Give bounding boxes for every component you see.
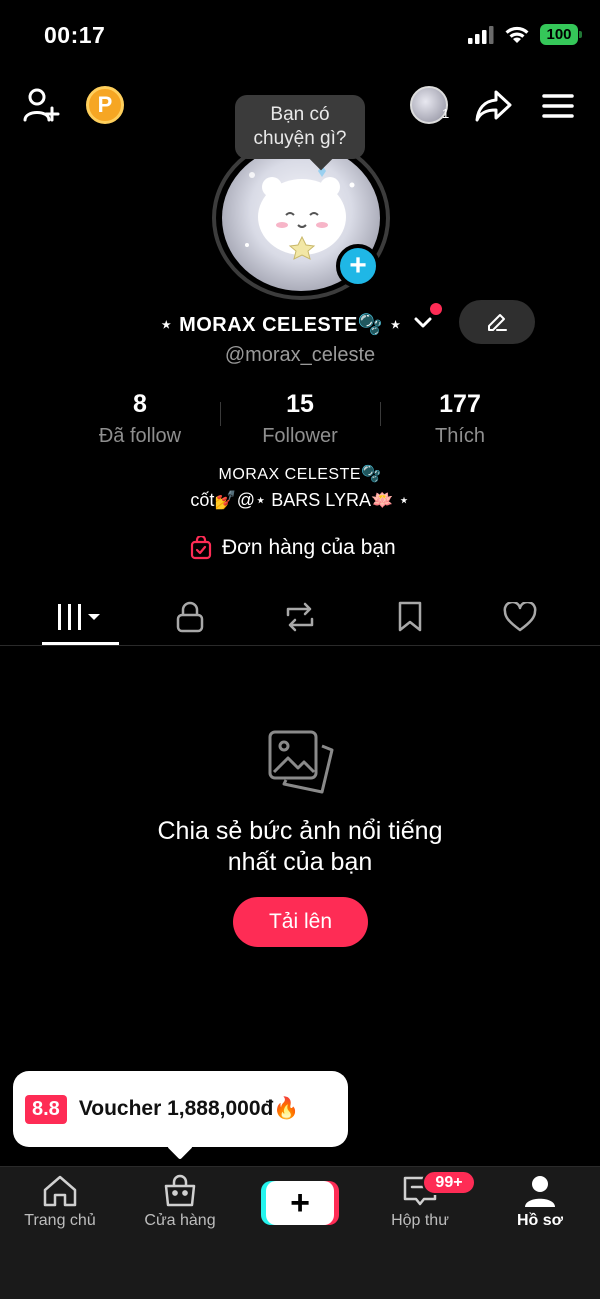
stat-following-label: Đã follow xyxy=(98,425,182,447)
tab-private[interactable] xyxy=(130,594,250,640)
voucher-text: Voucher 1,888,000đ🔥 xyxy=(78,1097,300,1120)
status-icons: 100 xyxy=(468,24,582,45)
upload-button[interactable]: Tải lên xyxy=(233,897,368,947)
account-count: 1 xyxy=(442,106,450,121)
stat-followers-label: Follower xyxy=(262,425,338,447)
stat-following-value: 8 xyxy=(133,390,147,418)
stat-likes[interactable]: 177 Thích xyxy=(380,390,540,448)
tab-posts[interactable] xyxy=(20,594,140,640)
stat-likes-value: 177 xyxy=(439,390,481,418)
shopping-bag-icon xyxy=(190,536,212,560)
tab-liked[interactable] xyxy=(460,594,580,640)
voucher-badge: 8.8 xyxy=(25,1094,67,1124)
battery-indicator: 100 xyxy=(540,24,582,45)
add-friend-icon[interactable] xyxy=(22,86,62,126)
nav-shop-label: Cửa hàng xyxy=(144,1212,216,1229)
empty-title-line-1: Chia sẻ bức ảnh nổi tiếng xyxy=(157,817,443,845)
cellular-signal-icon xyxy=(468,25,494,44)
bio-line-1: MORAX CELESTE🫧 xyxy=(218,466,382,483)
account-switch-chevron[interactable] xyxy=(412,312,434,339)
nav-home[interactable]: Trang chủ xyxy=(0,1174,120,1230)
bio-line-2: cốt💅@⋆ BARS LYRA🪷 ⋆ xyxy=(190,490,410,510)
status-prompt-bubble[interactable]: Bạn có chuyện gì? xyxy=(235,95,365,159)
menu-icon[interactable] xyxy=(540,88,576,124)
edit-profile-button[interactable] xyxy=(459,300,535,344)
bubble-line-2: chuyện gì? xyxy=(253,128,347,149)
add-avatar-button[interactable]: + xyxy=(336,244,380,288)
stat-followers[interactable]: 15 Follower xyxy=(220,390,380,448)
profile-icon xyxy=(525,1176,555,1207)
nav-profile[interactable]: Hồ sơ xyxy=(480,1174,600,1230)
pencil-icon xyxy=(488,314,507,331)
repost-icon xyxy=(286,602,314,632)
profile-handle: @morax_celeste xyxy=(224,344,376,366)
profile-name: ⋆ MORAX CELESTE🫧 ⋆ xyxy=(160,314,403,336)
coin-icon[interactable]: P xyxy=(86,86,124,124)
stat-likes-label: Thích xyxy=(434,425,486,447)
photo-icon xyxy=(266,728,336,803)
empty-title-line-2: nhất của bạn xyxy=(227,848,373,876)
tab-favorites[interactable] xyxy=(350,594,470,640)
stat-following[interactable]: 8 Đã follow xyxy=(60,390,220,448)
bookmark-icon xyxy=(398,601,422,632)
create-button[interactable]: + xyxy=(261,1181,339,1225)
home-icon xyxy=(43,1175,77,1207)
orders-label: Đơn hàng của bạn xyxy=(222,536,396,559)
empty-state-title: Chia sẻ bức ảnh nổi tiếng nhất của bạn xyxy=(0,816,600,878)
inbox-badge: 99+ xyxy=(422,1170,476,1195)
orders-link[interactable]: Đơn hàng của bạn xyxy=(190,536,396,560)
lock-icon xyxy=(176,601,204,633)
wifi-icon xyxy=(505,26,529,43)
plus-icon: + xyxy=(266,1181,334,1225)
posts-grid-icon xyxy=(58,604,100,630)
notification-dot xyxy=(430,303,442,315)
bubble-line-1: Bạn có xyxy=(270,104,330,125)
heart-icon xyxy=(503,602,537,632)
nav-home-label: Trang chủ xyxy=(24,1212,96,1229)
share-icon[interactable] xyxy=(474,86,514,126)
nav-inbox-label: Hộp thư xyxy=(391,1212,449,1229)
tab-reposts[interactable] xyxy=(240,594,360,640)
nav-profile-label: Hồ sơ xyxy=(516,1212,564,1229)
chevron-down-icon xyxy=(414,317,432,328)
stat-followers-value: 15 xyxy=(286,390,314,418)
nav-shop[interactable]: Cửa hàng xyxy=(120,1174,240,1230)
tab-divider xyxy=(0,645,600,646)
voucher-popup[interactable]: 8.8 Voucher 1,888,000đ🔥 xyxy=(13,1071,348,1147)
status-time: 00:17 xyxy=(44,22,106,48)
shop-bag-icon xyxy=(164,1174,196,1207)
